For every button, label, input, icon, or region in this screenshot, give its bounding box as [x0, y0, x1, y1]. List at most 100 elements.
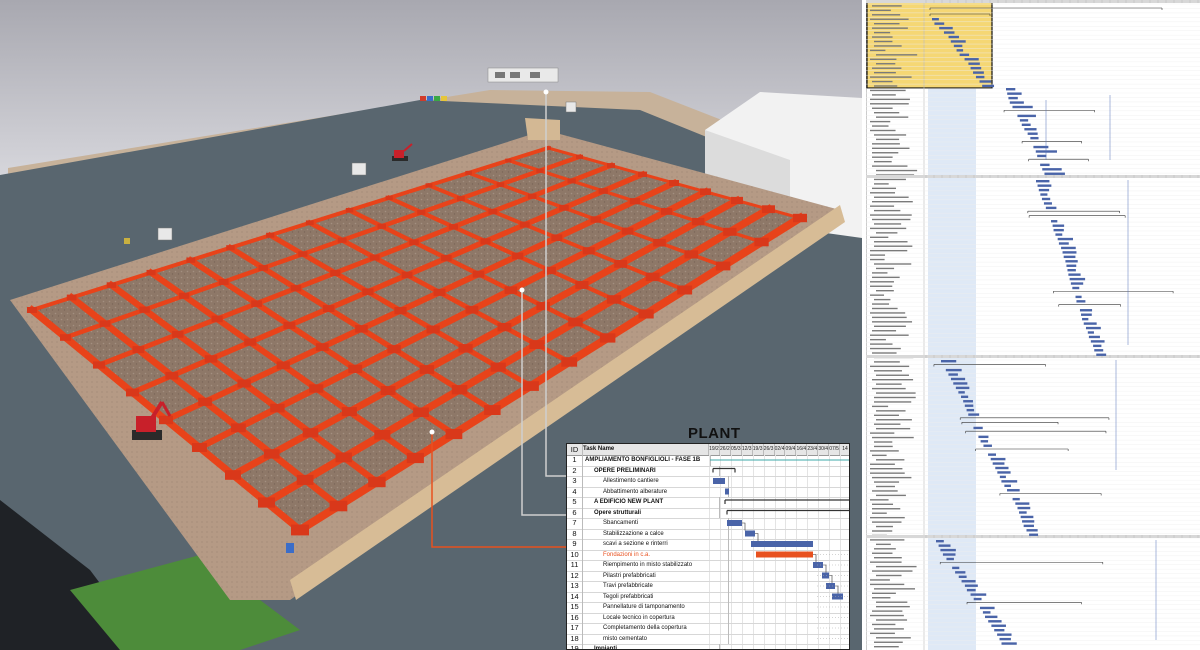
task-bar: [964, 58, 979, 61]
foundation-plinth: [302, 428, 319, 438]
task-bar: [1082, 317, 1089, 321]
task-name-placeholder: [876, 459, 905, 461]
foundation-plinth: [374, 430, 391, 440]
task-id: 4: [567, 486, 583, 497]
task-name: Abbattimento alberature: [583, 486, 729, 497]
task-name-placeholder: [874, 223, 902, 225]
task-name-placeholder: [874, 641, 903, 643]
task-bar: [1042, 168, 1062, 171]
foundation-plinth: [263, 449, 280, 459]
task-id: 19: [567, 644, 583, 649]
date-header: 05/3: [731, 444, 742, 455]
foundation-plinth: [132, 346, 145, 354]
foundation-plinth: [394, 307, 407, 315]
date-header: 14: [840, 444, 849, 455]
task-name: scavi a sezione e rinterri: [583, 539, 729, 550]
task-name-placeholder: [876, 637, 911, 639]
task-name-placeholder: [874, 557, 902, 559]
foundation-plinth: [606, 295, 622, 304]
foundation-plinth: [355, 325, 368, 333]
task-name-placeholder: [870, 463, 895, 465]
task-name-placeholder: [870, 347, 901, 350]
task-name-placeholder: [872, 143, 900, 145]
site-cabins: [487, 67, 559, 83]
task-bar: [1070, 282, 1084, 285]
task-id: 18: [567, 633, 583, 644]
task-id: 14: [567, 591, 583, 602]
foundation-plinth: [348, 364, 363, 373]
task-name-placeholder: [870, 632, 895, 635]
task-name-placeholder: [870, 103, 909, 105]
task-bar: [984, 615, 998, 619]
task-bar: [968, 413, 980, 416]
task-bar: [1040, 193, 1048, 196]
task-id: 11: [567, 560, 583, 571]
task-bar: [1006, 88, 1016, 91]
task-name-placeholder: [870, 499, 889, 501]
task-bar: [1053, 228, 1064, 232]
task-bar: [1067, 269, 1076, 272]
task-name-placeholder: [870, 583, 905, 586]
foundation-plinth: [231, 423, 246, 433]
task-name-placeholder: [872, 512, 887, 514]
task-name-placeholder: [874, 45, 902, 47]
task-name-placeholder: [872, 201, 913, 203]
task-name-placeholder: [876, 410, 906, 412]
task-name-placeholder: [876, 601, 908, 603]
task-name-placeholder: [872, 152, 899, 154]
task-name-placeholder: [870, 285, 893, 287]
task-bar: [1079, 309, 1093, 312]
foundation-plinth: [715, 261, 731, 271]
foundation-plinth: [529, 340, 545, 349]
foundation-plinth: [621, 227, 634, 235]
task-id: 13: [567, 581, 583, 592]
task-name-placeholder: [870, 338, 886, 341]
foundation-plinth: [684, 250, 699, 259]
task-bar: [988, 620, 1002, 623]
task-bar: [958, 391, 965, 394]
foundation-plinth: [139, 306, 150, 313]
foundation-plinth: [322, 305, 335, 312]
foundation-plinth: [426, 325, 440, 334]
foundation-plinth: [723, 227, 737, 236]
task-bar: [1015, 502, 1030, 505]
task-name-placeholder: [872, 303, 890, 305]
task-name-placeholder: [876, 232, 898, 234]
task-name-placeholder: [870, 192, 896, 194]
task-bar: [945, 368, 962, 372]
task-bar: [983, 444, 992, 447]
foundation-plinth: [345, 208, 354, 213]
foundation-plinth: [645, 272, 660, 282]
task-name-placeholder: [872, 80, 893, 83]
foundation-plinth: [576, 154, 583, 159]
task-name-placeholder: [870, 614, 904, 617]
foundation-plinth: [575, 281, 589, 289]
foundation-plinth: [237, 379, 251, 388]
task-bar: [1035, 150, 1057, 153]
task-bar: [979, 606, 995, 610]
task-bar: [992, 462, 1005, 465]
task-id: 15: [567, 602, 583, 613]
task-name: Completamento della copertura: [583, 623, 729, 634]
task-name-placeholder: [874, 445, 893, 448]
task-bar: [1001, 642, 1017, 645]
date-header: 23/4: [807, 444, 819, 455]
task-name-placeholder: [874, 183, 889, 185]
foundation-plinth: [369, 254, 380, 261]
foundation-plinth: [211, 315, 223, 323]
task-name-placeholder: [870, 312, 906, 314]
callout-dot: [519, 287, 525, 293]
foundation-plinth: [179, 292, 190, 299]
foundation-plinth: [192, 443, 207, 452]
task-bar: [1030, 136, 1039, 140]
task-name-placeholder: [870, 76, 912, 78]
task-bar: [1001, 480, 1018, 483]
foundation-plinth: [441, 255, 452, 262]
task-name-placeholder: [876, 574, 902, 577]
task-bar: [990, 457, 1006, 461]
foundation-plinth: [337, 237, 347, 243]
task-name-placeholder: [874, 401, 912, 403]
foundation-plinth: [315, 343, 329, 351]
foundation-plinth: [551, 234, 563, 241]
task-name-placeholder: [870, 468, 903, 470]
